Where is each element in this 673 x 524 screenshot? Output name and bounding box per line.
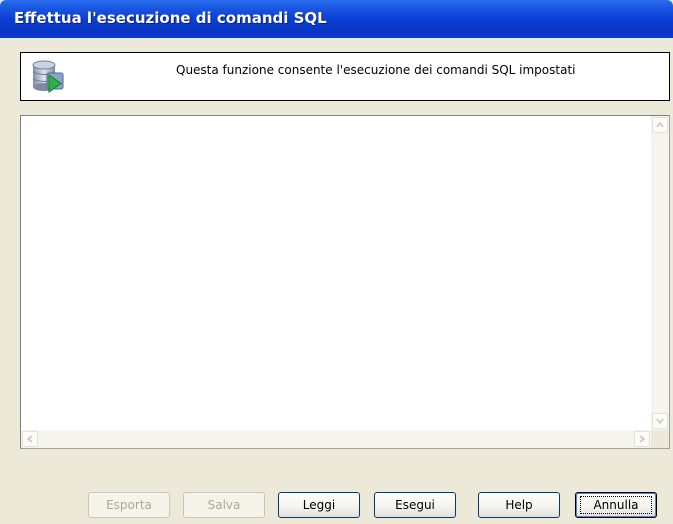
sql-dialog-window: Effettua l'esecuzione di comandi SQL Que… [0, 0, 673, 524]
scroll-up-button[interactable] [652, 117, 668, 133]
header-description: Questa funzione consente l'esecuzione de… [176, 63, 576, 77]
chevron-left-icon [26, 435, 33, 443]
esegui-button[interactable]: Esegui [374, 492, 456, 518]
sql-editor [20, 115, 670, 449]
chevron-up-icon [656, 121, 664, 128]
annulla-button[interactable]: Annulla [575, 492, 657, 518]
horizontal-scrollbar[interactable] [21, 430, 651, 448]
window-title: Effettua l'esecuzione di comandi SQL [14, 9, 327, 27]
chevron-right-icon [639, 435, 646, 443]
salva-button[interactable]: Salva [183, 492, 265, 518]
sql-input[interactable] [21, 116, 651, 430]
scrollbar-corner [651, 430, 669, 448]
title-bar[interactable]: Effettua l'esecuzione di comandi SQL [0, 0, 673, 38]
help-button[interactable]: Help [478, 492, 560, 518]
leggi-button[interactable]: Leggi [278, 492, 360, 518]
annulla-label: Annulla [593, 498, 639, 512]
scroll-right-button[interactable] [634, 431, 650, 447]
database-run-icon [29, 59, 65, 95]
vertical-scrollbar[interactable] [651, 116, 669, 430]
scroll-down-button[interactable] [652, 413, 668, 429]
scroll-left-button[interactable] [22, 431, 38, 447]
esporta-button[interactable]: Esporta [88, 492, 170, 518]
header-panel: Questa funzione consente l'esecuzione de… [20, 52, 670, 101]
chevron-down-icon [656, 418, 664, 425]
